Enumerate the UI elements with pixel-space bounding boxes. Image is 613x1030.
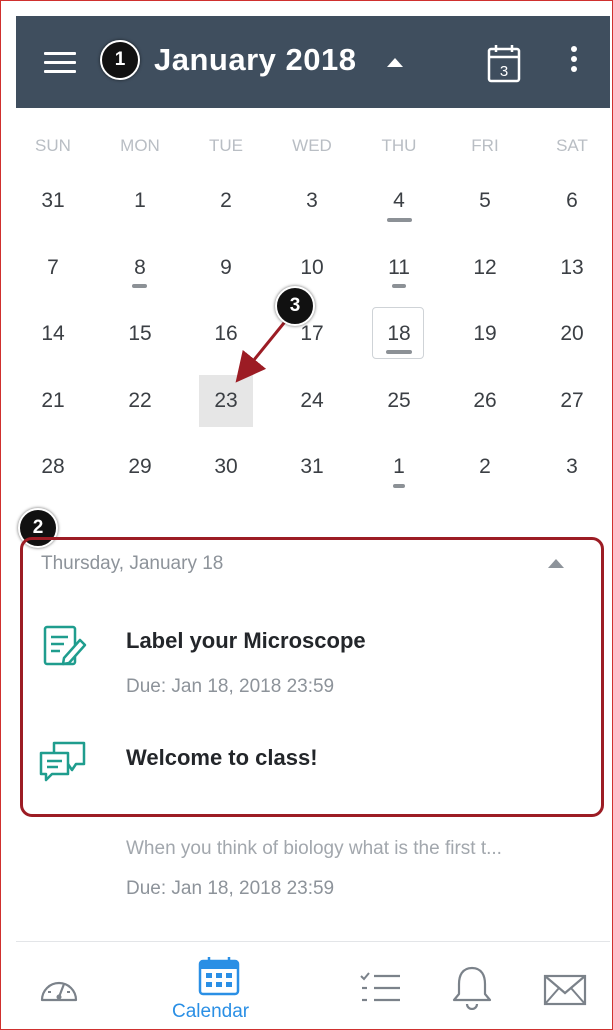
calendar-icon[interactable] [197, 955, 241, 997]
event-title[interactable]: Label your Microscope [126, 628, 366, 654]
event-due-date: Due: Jan 18, 2018 23:59 [126, 676, 335, 697]
events-date-heading: Thursday, January 18 [41, 553, 224, 574]
discussion-icon [39, 741, 86, 782]
assignment-icon [43, 625, 87, 666]
todo-icon[interactable] [358, 970, 402, 1006]
event-due-date: Due: Jan 18, 2018 23:59 [126, 878, 335, 899]
notifications-icon[interactable] [451, 964, 493, 1010]
collapse-caret-icon[interactable] [548, 559, 564, 568]
callout-3: 3 [275, 286, 315, 326]
dashboard-icon[interactable] [38, 970, 80, 1006]
callout-arrow [235, 317, 290, 383]
event-description: When you think of biology what is the fi… [126, 838, 502, 859]
inbox-icon[interactable] [543, 974, 587, 1006]
event-title[interactable]: Welcome to class! [126, 745, 318, 771]
bottom-navigation [16, 941, 610, 1029]
nav-label-calendar[interactable]: Calendar [172, 1001, 249, 1023]
